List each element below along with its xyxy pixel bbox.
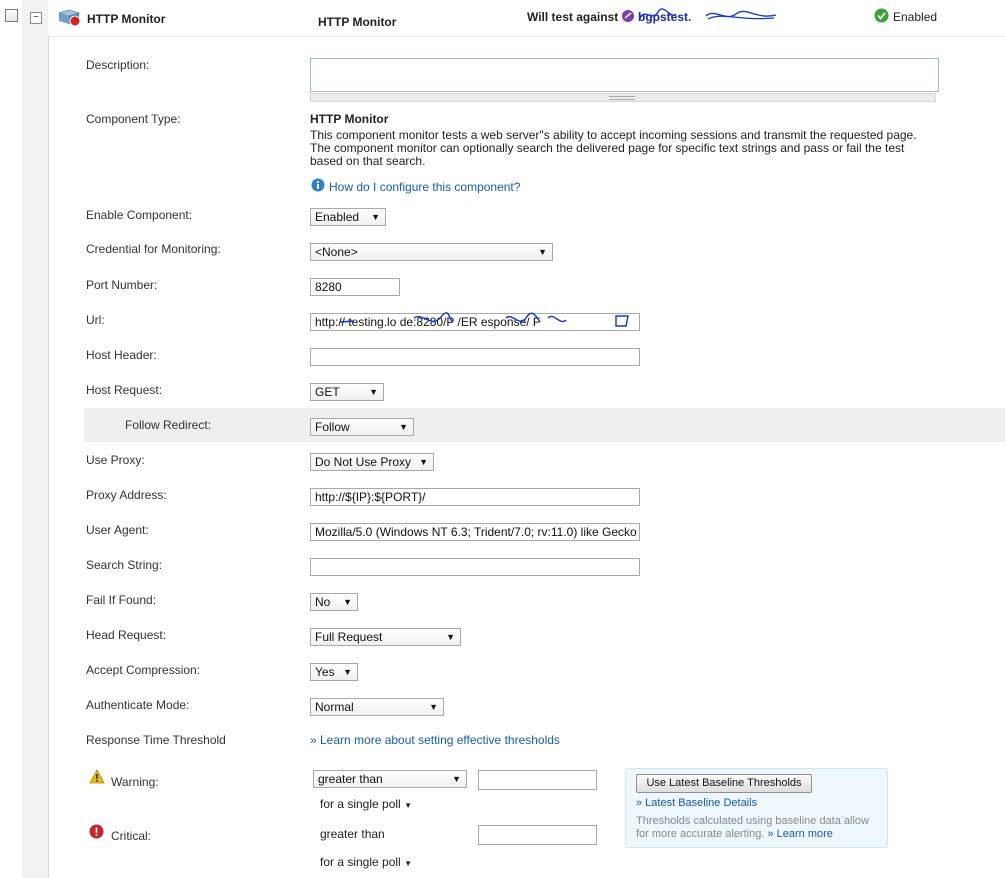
caret-down-icon: ▼ — [404, 859, 412, 868]
textarea-resize-grip[interactable] — [310, 93, 936, 102]
dropdown-arrow-icon: ▼ — [419, 457, 428, 467]
accept-compression-label: Accept Compression: — [86, 663, 201, 677]
follow-redirect-select[interactable]: Follow ▼ — [310, 418, 414, 436]
dropdown-arrow-icon: ▼ — [429, 702, 438, 712]
host-request-value: GET — [315, 385, 340, 399]
component-type-name: HTTP Monitor — [310, 112, 389, 126]
fail-if-found-value: No — [315, 595, 331, 609]
critical-operator-text: greater than — [320, 827, 385, 841]
critical-icon — [89, 824, 104, 839]
critical-value-input[interactable] — [478, 825, 597, 845]
warning-operator-select[interactable]: greater than ▼ — [313, 770, 467, 788]
dropdown-arrow-icon: ▼ — [371, 212, 380, 222]
search-string-label: Search String: — [86, 558, 163, 572]
host-header-label: Host Header: — [86, 348, 157, 362]
dropdown-arrow-icon: ▼ — [399, 422, 408, 432]
head-request-select[interactable]: Full Request ▼ — [310, 628, 461, 646]
accept-compression-value: Yes — [315, 665, 335, 679]
url-label: Url: — [86, 313, 105, 327]
credential-select[interactable]: <None> ▼ — [310, 243, 553, 261]
baseline-note: Thresholds calculated using baseline dat… — [636, 815, 876, 841]
status-text: Enabled — [893, 10, 938, 24]
authenticate-mode-select[interactable]: Normal ▼ — [310, 698, 444, 716]
warning-icon — [89, 769, 105, 784]
use-proxy-select[interactable]: Do Not Use Proxy ▼ — [310, 453, 434, 471]
enable-component-label: Enable Component: — [86, 208, 193, 222]
warning-label: Warning: — [111, 775, 159, 789]
enabled-check-icon — [874, 8, 889, 23]
use-proxy-value: Do Not Use Proxy — [315, 455, 412, 469]
row-select-checkbox[interactable] — [5, 9, 18, 22]
proxy-address-label: Proxy Address: — [86, 488, 167, 502]
redaction-scribble — [639, 8, 777, 20]
use-baseline-button[interactable]: Use Latest Baseline Thresholds — [636, 774, 812, 793]
accept-compression-select[interactable]: Yes ▼ — [310, 663, 358, 681]
enable-component-select[interactable]: Enabled ▼ — [310, 208, 386, 226]
http-monitor-icon — [58, 9, 81, 27]
credential-label: Credential for Monitoring: — [86, 242, 221, 256]
follow-redirect-label: Follow Redirect: — [125, 418, 212, 432]
baseline-learn-more-link[interactable]: » Learn more — [767, 828, 832, 840]
description-textarea[interactable] — [310, 58, 939, 92]
critical-poll-dropdown[interactable]: for a single poll ▼ — [320, 855, 412, 869]
search-string-input[interactable] — [310, 558, 640, 576]
dropdown-arrow-icon: ▼ — [343, 667, 352, 677]
authenticate-mode-label: Authenticate Mode: — [86, 698, 190, 712]
host-request-select[interactable]: GET ▼ — [310, 383, 384, 401]
warning-poll-value: for a single poll — [320, 797, 401, 811]
host-request-label: Host Request: — [86, 383, 163, 397]
follow-redirect-row — [84, 408, 1005, 442]
user-agent-input[interactable]: Mozilla/5.0 (Windows NT 6.3; Trident/7.0… — [310, 523, 640, 541]
warning-operator-value: greater than — [318, 772, 383, 786]
caret-down-icon: ▼ — [404, 801, 412, 810]
url-redaction-scribble — [339, 312, 629, 327]
baseline-note-text: Thresholds calculated using baseline dat… — [636, 815, 869, 840]
fail-if-found-select[interactable]: No ▼ — [310, 593, 358, 611]
description-label: Description: — [86, 58, 150, 72]
node-status-icon — [622, 10, 634, 22]
follow-redirect-value: Follow — [315, 420, 350, 434]
user-agent-label: User Agent: — [86, 523, 149, 537]
component-name: HTTP Monitor — [87, 12, 166, 26]
head-request-value: Full Request — [315, 630, 383, 644]
dropdown-arrow-icon: ▼ — [538, 247, 547, 257]
component-description: This component monitor tests a web serve… — [310, 129, 950, 168]
info-icon — [311, 178, 325, 192]
port-input[interactable]: 8280 — [310, 278, 400, 296]
critical-poll-value: for a single poll — [320, 855, 401, 869]
left-gutter — [0, 0, 23, 878]
component-desc-line3: based on that search. — [310, 154, 426, 168]
test-against-label: Will test against — [527, 10, 619, 24]
host-header-input[interactable] — [310, 348, 640, 366]
dropdown-arrow-icon: ▼ — [452, 774, 461, 784]
fail-if-found-label: Fail If Found: — [86, 593, 157, 607]
collapse-button[interactable]: − — [30, 12, 42, 24]
enable-component-value: Enabled — [315, 210, 360, 224]
head-request-label: Head Request: — [86, 628, 167, 642]
dropdown-arrow-icon: ▼ — [343, 597, 352, 607]
authenticate-mode-value: Normal — [315, 700, 354, 714]
port-label: Port Number: — [86, 278, 158, 292]
warning-poll-dropdown[interactable]: for a single poll ▼ — [320, 797, 412, 811]
component-type-title: HTTP Monitor — [318, 15, 397, 29]
left-gutter-inner — [22, 0, 49, 878]
critical-label: Critical: — [111, 829, 152, 843]
use-proxy-label: Use Proxy: — [86, 453, 145, 467]
dropdown-arrow-icon: ▼ — [446, 632, 455, 642]
dropdown-arrow-icon: ▼ — [369, 387, 378, 397]
baseline-details-link[interactable]: » Latest Baseline Details — [636, 797, 757, 809]
component-type-label: Component Type: — [86, 112, 181, 126]
thresholds-learn-link[interactable]: » Learn more about setting effective thr… — [310, 733, 560, 747]
configure-help-link[interactable]: How do I configure this component? — [329, 180, 520, 194]
warning-value-input[interactable] — [478, 770, 597, 790]
response-time-label: Response Time Threshold — [86, 733, 226, 747]
proxy-address-input[interactable]: http://${IP}:${PORT}/ — [310, 488, 640, 506]
credential-value: <None> — [315, 245, 358, 259]
